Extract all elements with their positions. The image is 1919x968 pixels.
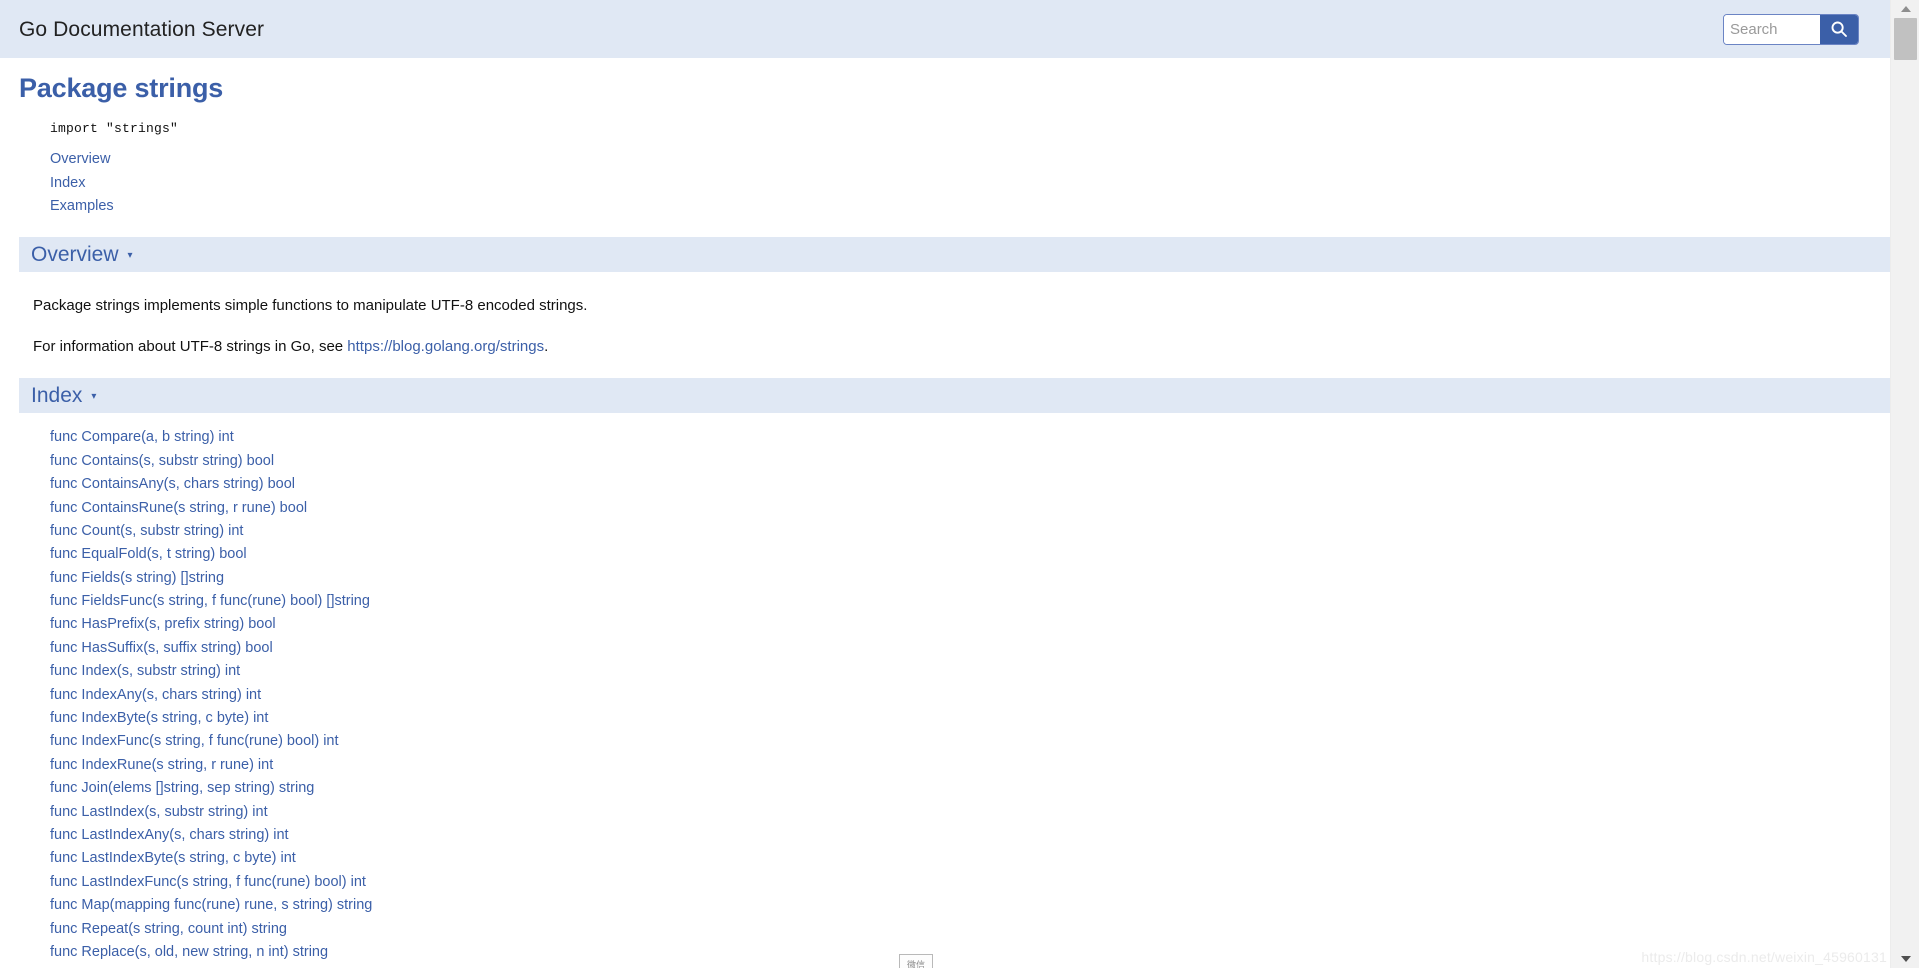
- scrollbar-down-button[interactable]: [1891, 950, 1919, 968]
- index-function-link[interactable]: func IndexAny(s, chars string) int: [50, 687, 1890, 703]
- page-content: Package strings import "strings" Overvie…: [0, 58, 1890, 968]
- section-title-index: Index: [31, 384, 83, 408]
- section-header-overview[interactable]: Overview ▾: [19, 237, 1890, 273]
- page-scrollbar[interactable]: [1890, 0, 1919, 968]
- overview-paragraph-2-suffix: .: [544, 338, 549, 356]
- index-function-link[interactable]: func Compare(a, b string) int: [50, 430, 1890, 445]
- section-header-index[interactable]: Index ▾: [19, 378, 1890, 414]
- scrollbar-thumb[interactable]: [1894, 18, 1917, 60]
- nav-link-overview[interactable]: Overview: [50, 152, 1890, 167]
- index-function-link[interactable]: func LastIndexAny(s, chars string) int: [50, 828, 1890, 843]
- overview-body: Package strings implements simple functi…: [0, 272, 1890, 354]
- index-function-link[interactable]: func Repeat(s string, count int) string: [50, 921, 1890, 937]
- overview-paragraph-1: Package strings implements simple functi…: [33, 297, 588, 315]
- golang-blog-strings-link[interactable]: https://blog.golang.org/strings: [347, 338, 544, 355]
- overview-paragraph-2-prefix: For information about UTF-8 strings in G…: [33, 338, 348, 356]
- index-function-link[interactable]: func LastIndexByte(s string, c byte) int: [50, 851, 1890, 866]
- scrollbar-up-button[interactable]: [1891, 0, 1919, 18]
- index-function-link[interactable]: func HasSuffix(s, suffix string) bool: [50, 641, 1890, 656]
- section-title-overview: Overview: [31, 243, 119, 267]
- index-function-link[interactable]: func ContainsAny(s, chars string) bool: [50, 477, 1890, 492]
- index-function-link[interactable]: func FieldsFunc(s string, f func(rune) b…: [50, 594, 1890, 609]
- index-function-link[interactable]: func Count(s, substr string) int: [50, 524, 1890, 539]
- search-form: [1723, 13, 1859, 45]
- overview-paragraph-2: For information about UTF-8 strings in G…: [33, 313, 1890, 354]
- top-header-bar: Go Documentation Server: [0, 0, 1890, 58]
- index-function-link[interactable]: func Map(mapping func(rune) rune, s stri…: [50, 898, 1890, 913]
- site-title: Go Documentation Server: [19, 17, 265, 41]
- app-root: Go Documentation Server Package strings …: [0, 0, 1919, 968]
- package-nav-links: Overview Index Examples: [0, 152, 1890, 214]
- index-function-link[interactable]: func IndexFunc(s string, f func(rune) bo…: [50, 734, 1890, 749]
- index-function-link[interactable]: func HasPrefix(s, prefix string) bool: [50, 617, 1890, 632]
- search-icon: [1830, 20, 1848, 38]
- nav-link-examples[interactable]: Examples: [50, 199, 1890, 214]
- index-function-list: func Compare(a, b string) int func Contai…: [0, 413, 1890, 968]
- index-function-link[interactable]: func LastIndexFunc(s string, f func(rune…: [50, 874, 1890, 890]
- search-input[interactable]: [1724, 14, 1820, 44]
- index-function-link[interactable]: func Replace(s, old, new string, n int) …: [50, 945, 1890, 960]
- index-function-link[interactable]: func ContainsRune(s string, r rune) bool: [50, 500, 1890, 516]
- search-button[interactable]: [1820, 14, 1858, 44]
- import-statement: import "strings": [50, 121, 179, 137]
- index-function-link[interactable]: func EqualFold(s, t string) bool: [50, 547, 1890, 562]
- index-function-link[interactable]: func LastIndex(s, substr string) int: [50, 804, 1890, 820]
- wechat-badge-label: 微信: [906, 960, 925, 968]
- page-title: Package strings: [19, 73, 224, 103]
- index-function-link[interactable]: func IndexByte(s string, c byte) int: [50, 711, 1890, 726]
- chevron-up-icon: [1900, 6, 1911, 12]
- chevron-down-icon[interactable]: ▾: [128, 250, 133, 261]
- index-function-link[interactable]: func Index(s, substr string) int: [50, 664, 1890, 679]
- wechat-share-badge[interactable]: 微信: [899, 954, 933, 968]
- index-function-link[interactable]: func Contains(s, substr string) bool: [50, 453, 1890, 469]
- index-function-link[interactable]: func Fields(s string) []string: [50, 570, 1890, 586]
- index-function-link[interactable]: func Join(elems []string, sep string) st…: [50, 781, 1890, 796]
- chevron-down-icon[interactable]: ▾: [91, 391, 96, 402]
- nav-link-index[interactable]: Index: [50, 175, 1890, 191]
- chevron-down-icon: [1900, 956, 1911, 962]
- index-function-link[interactable]: func IndexRune(s string, r rune) int: [50, 758, 1890, 773]
